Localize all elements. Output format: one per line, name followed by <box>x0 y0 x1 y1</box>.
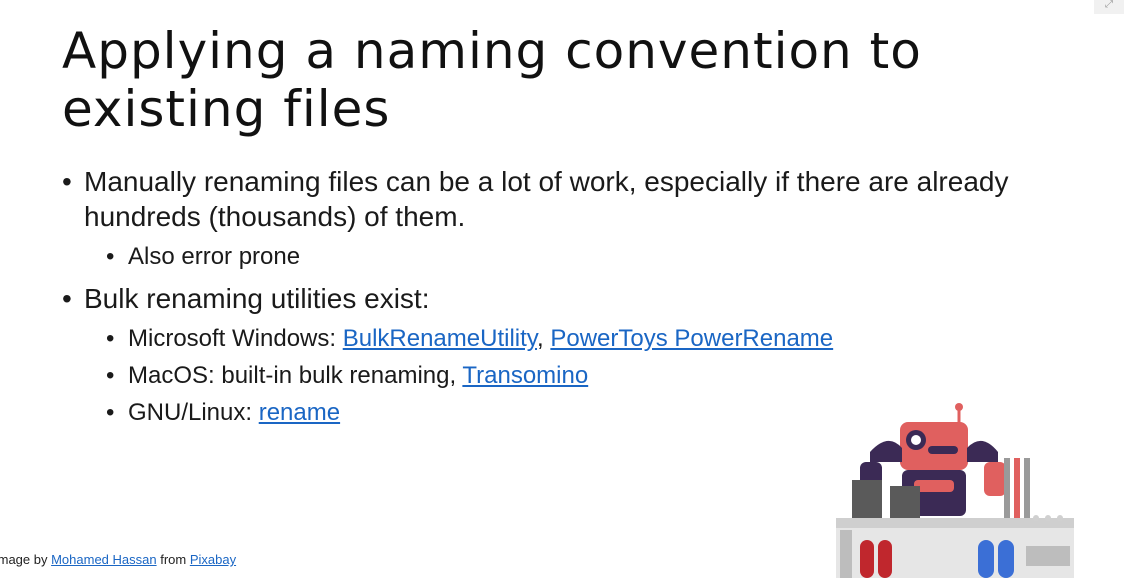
credit-prefix: Image by <box>0 552 48 567</box>
bullet-bulk-utilities: • Bulk renaming utilities exist: <box>62 283 430 314</box>
subbullet-text: Microsoft Windows: <box>128 325 343 352</box>
subbullet-windows: • Microsoft Windows: BulkRenameUtility, P… <box>106 325 834 352</box>
bullet-text: Manually renaming files can be a lot of … <box>84 166 1009 232</box>
bullet-text: Bulk renaming utilities exist: <box>84 283 430 314</box>
link-credit-author[interactable]: Mohamed Hassan <box>51 552 157 567</box>
bullet-list: • Manually renaming files can be a lot of… <box>62 164 1062 437</box>
subbullet-text: MacOS: built-in bulk renaming, <box>128 362 463 389</box>
separator: , <box>537 325 551 352</box>
link-rename[interactable]: rename <box>259 399 340 426</box>
credit-middle: from <box>156 552 190 567</box>
subbullet-text: GNU/Linux: <box>128 399 259 426</box>
link-credit-source[interactable]: Pixabay <box>190 552 236 567</box>
subbullet-macos: • MacOS: built-in bulk renaming, Transomi… <box>106 362 589 389</box>
bullet-manual-renaming: • Manually renaming files can be a lot of… <box>62 166 1009 232</box>
slide-title: Applying a naming convention to existing… <box>62 22 922 138</box>
expand-icon[interactable]: ⤢ <box>1094 0 1124 14</box>
link-bulkrenameutility[interactable]: BulkRenameUtility <box>343 325 537 352</box>
subbullet-text: Also error prone <box>128 243 301 270</box>
image-credit: Image by Mohamed Hassan from Pixabay <box>0 552 236 567</box>
subbullet-error-prone: • Also error prone <box>106 243 301 270</box>
link-transomino[interactable]: Transomino <box>462 362 588 389</box>
link-powertoys-powerrename[interactable]: PowerToys PowerRename <box>550 325 833 352</box>
robot-factory-illustration <box>836 403 1074 578</box>
